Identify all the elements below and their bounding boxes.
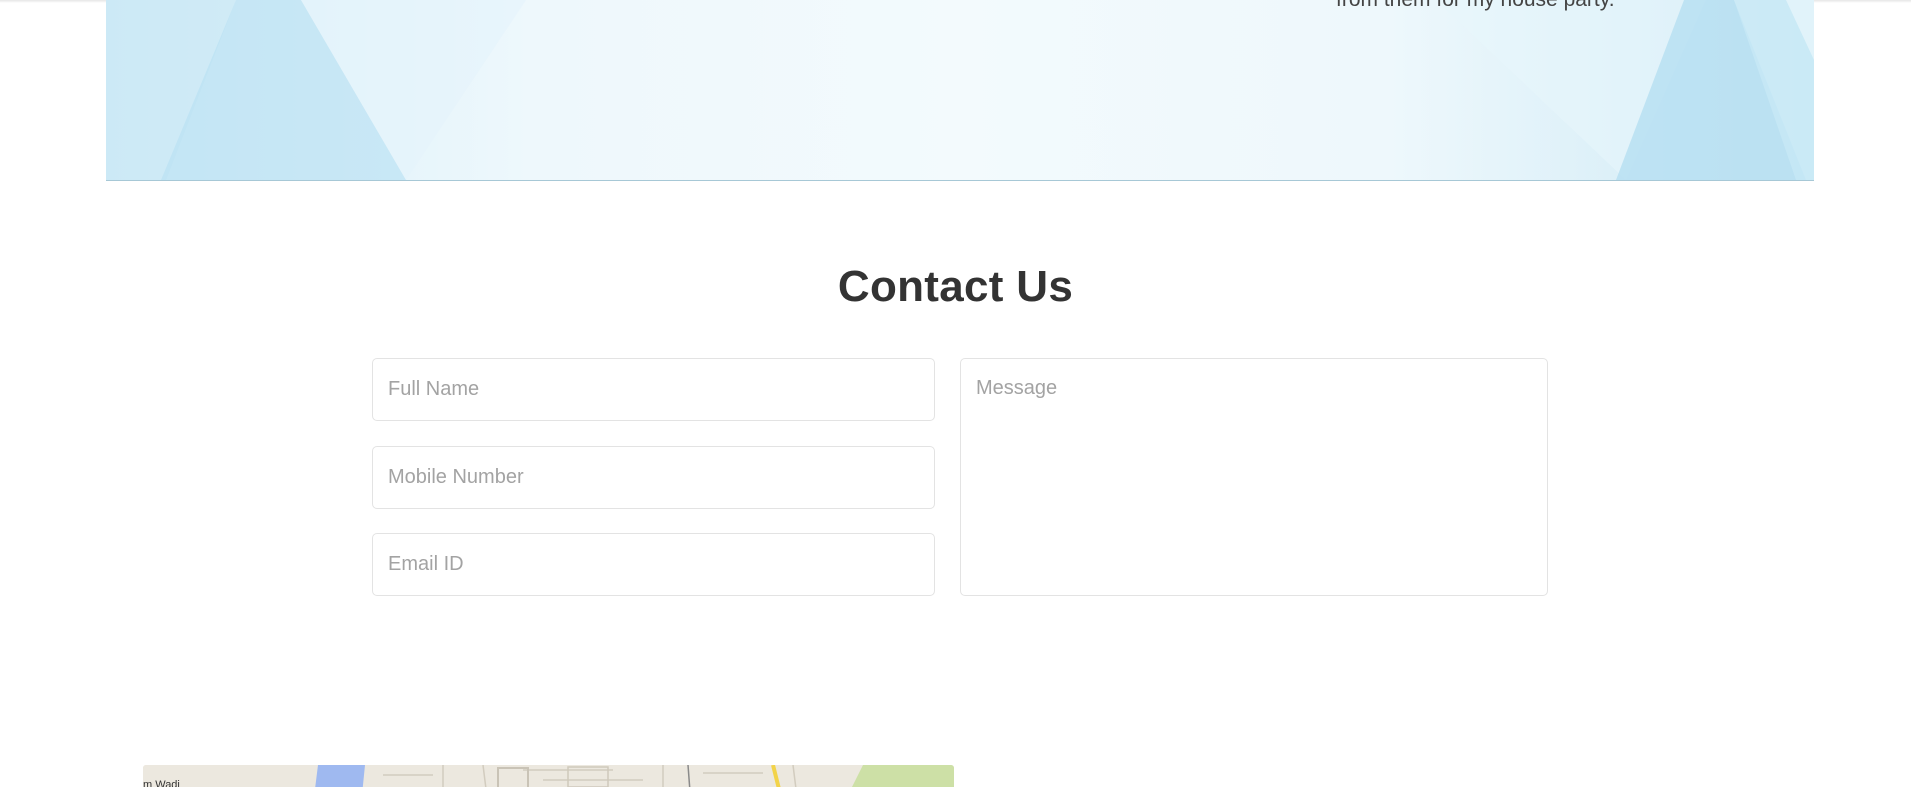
contact-section-title: Contact Us [837, 262, 1074, 311]
mobile-number-input[interactable] [372, 446, 935, 509]
banner-background-shapes [106, 0, 1814, 180]
map-tiles [143, 765, 954, 787]
message-textarea[interactable] [960, 358, 1548, 596]
page: from them for my house party. Contact Us… [0, 0, 1911, 787]
testimonial-banner: from them for my house party. [106, 0, 1814, 181]
testimonial-quote-text: from them for my house party. [1336, 0, 1615, 12]
email-input[interactable] [372, 533, 935, 596]
location-map[interactable]: m Wadi [143, 765, 954, 787]
full-name-input[interactable] [372, 358, 935, 421]
map-place-label: m Wadi [143, 779, 180, 787]
